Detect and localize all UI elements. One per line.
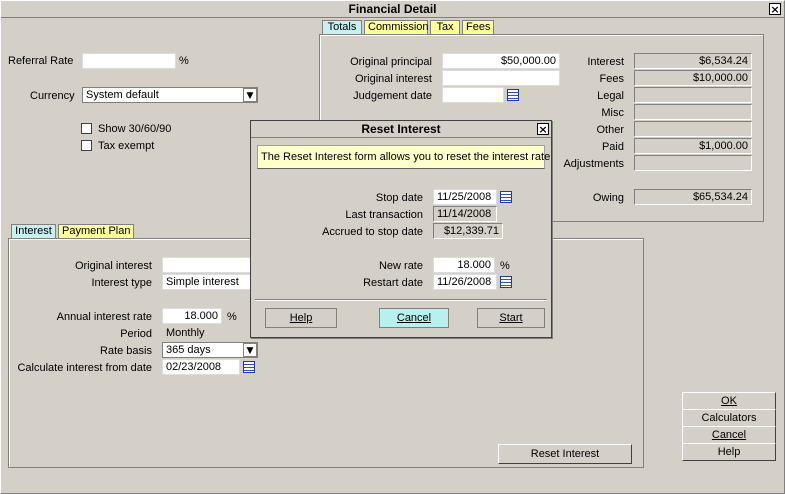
referral-rate-input[interactable] bbox=[82, 53, 176, 69]
tab-tax[interactable]: Tax bbox=[430, 20, 460, 34]
dialog-separator bbox=[255, 299, 547, 301]
show-30-60-90-label: Show 30/60/90 bbox=[98, 123, 172, 135]
cancel-button-label: Cancel bbox=[711, 429, 747, 441]
tab-totals[interactable]: Totals bbox=[322, 20, 362, 34]
original-principal-label: Original principal bbox=[350, 56, 432, 68]
tax-exempt-checkbox[interactable] bbox=[81, 140, 92, 151]
dialog-cancel-button[interactable]: Cancel bbox=[379, 308, 449, 328]
ok-button-label: OK bbox=[721, 395, 737, 407]
accrued-value: $12,339.71 bbox=[433, 223, 503, 239]
window-title: Financial Detail bbox=[1, 1, 784, 18]
annual-rate-input[interactable]: 18.000 bbox=[162, 308, 222, 324]
dialog-start-button[interactable]: Start bbox=[477, 308, 545, 328]
referral-rate-percent: % bbox=[179, 55, 189, 67]
new-rate-percent: % bbox=[500, 260, 510, 272]
tab-interest[interactable]: Interest bbox=[11, 224, 56, 238]
judgement-date-label: Judgement date bbox=[353, 90, 432, 102]
tab-commission[interactable]: Commission bbox=[364, 20, 429, 34]
fees-total-label: Fees bbox=[599, 73, 624, 85]
period-select[interactable]: Monthly bbox=[162, 325, 258, 341]
tab-payment-plan[interactable]: Payment Plan bbox=[58, 224, 134, 238]
annual-rate-label: Annual interest rate bbox=[56, 311, 152, 323]
last-transaction-label: Last transaction bbox=[345, 209, 423, 221]
dialog-title: Reset Interest bbox=[251, 121, 551, 138]
interest-original-interest-label: Original interest bbox=[74, 260, 152, 272]
show-30-60-90-checkbox[interactable] bbox=[81, 123, 92, 134]
last-transaction-value: 11/14/2008 bbox=[433, 206, 497, 222]
interest-total-value: $6,534.24 bbox=[634, 53, 752, 69]
interest-original-interest-input[interactable] bbox=[162, 257, 258, 273]
annual-rate-percent: % bbox=[227, 311, 237, 323]
dialog-cancel-button-label: Cancel bbox=[396, 312, 432, 324]
dialog-help-button[interactable]: Help bbox=[265, 308, 337, 328]
fees-total-value: $10,000.00 bbox=[634, 70, 752, 86]
interest-total-label: Interest bbox=[587, 56, 624, 68]
other-total-value bbox=[634, 121, 752, 137]
adjustments-total-value bbox=[634, 155, 752, 171]
original-principal-input[interactable]: $50,000.00 bbox=[442, 53, 560, 69]
judgement-date-calendar-icon[interactable] bbox=[507, 89, 519, 101]
restart-date-input[interactable]: 11/26/2008 bbox=[433, 274, 497, 290]
misc-total-label: Misc bbox=[601, 107, 624, 119]
window-close-button[interactable]: × bbox=[769, 3, 781, 15]
owing-total-value: $65,534.24 bbox=[634, 189, 752, 205]
restart-date-label: Restart date bbox=[363, 277, 423, 289]
period-label: Period bbox=[120, 328, 152, 340]
restart-date-calendar-icon[interactable] bbox=[500, 276, 512, 288]
currency-select[interactable]: System default bbox=[82, 87, 258, 103]
adjustments-total-label: Adjustments bbox=[563, 158, 624, 170]
original-interest-input[interactable] bbox=[442, 70, 560, 86]
judgement-date-input[interactable] bbox=[442, 87, 504, 103]
legal-total-value bbox=[634, 87, 752, 103]
currency-label: Currency bbox=[30, 90, 75, 102]
calculators-button[interactable]: Calculators bbox=[682, 409, 776, 427]
stop-date-label: Stop date bbox=[375, 192, 423, 204]
help-button[interactable]: Help bbox=[682, 443, 776, 461]
rate-basis-chevron-down-icon[interactable]: ▼ bbox=[243, 343, 257, 357]
dialog-help-button-label: Help bbox=[289, 312, 313, 324]
misc-total-value bbox=[634, 104, 752, 120]
referral-rate-label: Referral Rate bbox=[8, 55, 74, 67]
owing-total-label: Owing bbox=[592, 192, 624, 204]
ok-button[interactable]: OK bbox=[682, 392, 776, 410]
dialog-close-button[interactable]: × bbox=[537, 123, 549, 135]
original-interest-label: Original interest bbox=[354, 73, 432, 85]
reset-interest-button[interactable]: Reset Interest bbox=[498, 444, 632, 464]
reset-interest-dialog: Reset Interest × The Reset Interest form… bbox=[250, 120, 552, 338]
cancel-button[interactable]: Cancel bbox=[682, 426, 776, 444]
interest-type-label: Interest type bbox=[91, 277, 152, 289]
stop-date-calendar-icon[interactable] bbox=[500, 191, 512, 203]
dialog-start-button-label: Start bbox=[499, 312, 523, 324]
calc-from-label: Calculate interest from date bbox=[17, 362, 152, 374]
new-rate-input[interactable]: 18.000 bbox=[433, 257, 495, 273]
currency-chevron-down-icon[interactable]: ▼ bbox=[243, 88, 257, 102]
other-total-label: Other bbox=[596, 124, 624, 136]
dialog-info-text: The Reset Interest form allows you to re… bbox=[257, 145, 550, 169]
tab-fees[interactable]: Fees bbox=[462, 20, 494, 34]
accrued-label: Accrued to stop date bbox=[322, 226, 423, 238]
calc-from-date-input[interactable]: 02/23/2008 bbox=[162, 359, 240, 375]
calc-from-calendar-icon[interactable] bbox=[243, 361, 255, 373]
stop-date-input[interactable]: 11/25/2008 bbox=[433, 189, 497, 205]
new-rate-label: New rate bbox=[378, 260, 423, 272]
rate-basis-label: Rate basis bbox=[100, 345, 152, 357]
tax-exempt-label: Tax exempt bbox=[98, 140, 155, 152]
paid-total-value: $1,000.00 bbox=[634, 138, 752, 154]
interest-type-select[interactable]: Simple interest bbox=[162, 274, 258, 290]
legal-total-label: Legal bbox=[597, 90, 624, 102]
paid-total-label: Paid bbox=[601, 141, 624, 153]
